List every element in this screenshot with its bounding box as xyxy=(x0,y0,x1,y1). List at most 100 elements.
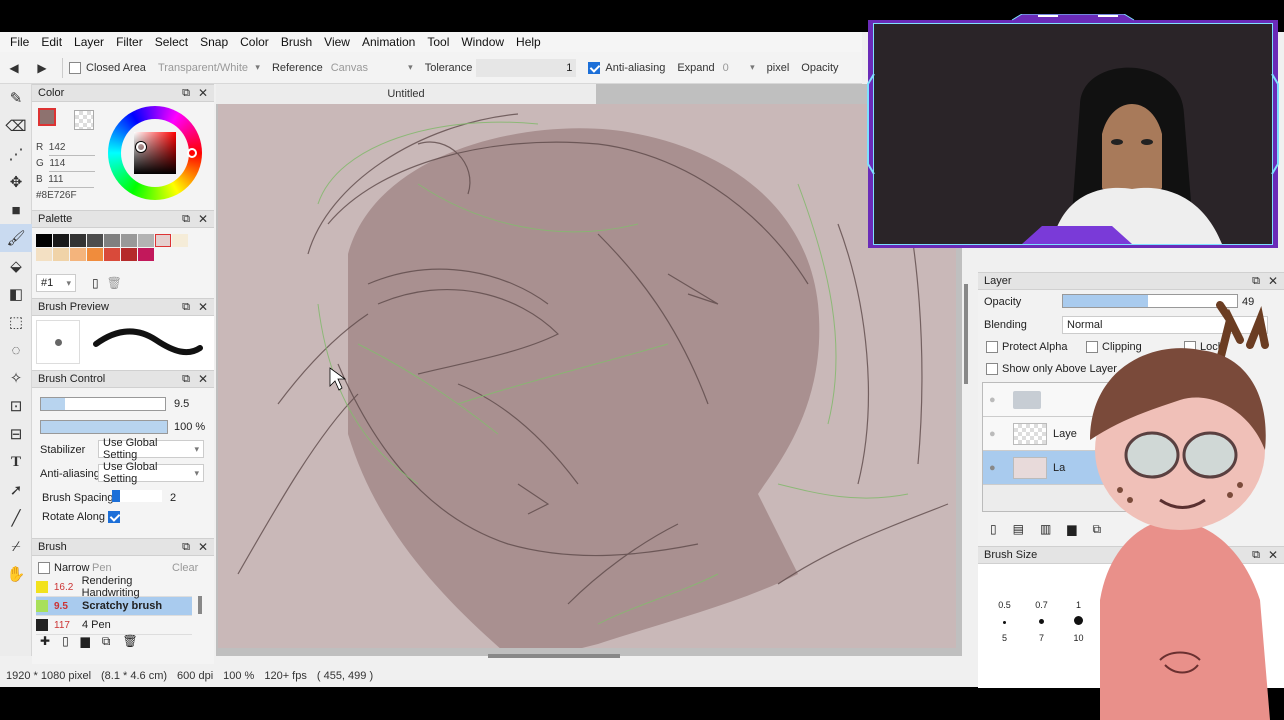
divide-tool-icon[interactable]: ╱ xyxy=(0,504,32,532)
gradient-tool-icon[interactable]: ◧ xyxy=(0,280,32,308)
rotate-along-checkbox[interactable] xyxy=(108,511,120,523)
new-palette-icon[interactable]: ▯ xyxy=(92,276,99,290)
magic-wand-icon[interactable]: ✧ xyxy=(0,364,32,392)
palette-swatch[interactable] xyxy=(155,234,171,247)
r-value[interactable]: 142 xyxy=(48,140,95,156)
menu-window[interactable]: Window xyxy=(455,35,510,49)
reference-select[interactable]: Canvas xyxy=(327,59,417,77)
g-value[interactable]: 114 xyxy=(49,156,96,172)
delete-brush-icon[interactable]: 🗑 xyxy=(122,634,137,649)
closed-area-checkbox[interactable] xyxy=(69,61,81,74)
shape-tool-icon[interactable]: ■ xyxy=(0,196,32,224)
close-icon[interactable]: ✕ xyxy=(198,86,208,100)
blur-tool-icon[interactable]: ⋰ xyxy=(0,140,32,168)
new-vector-layer-icon[interactable]: ▤ xyxy=(1013,522,1024,537)
palette-swatch[interactable] xyxy=(87,234,103,247)
narrow-checkbox[interactable] xyxy=(38,562,50,574)
close-icon[interactable]: ✕ xyxy=(198,540,208,554)
show-only-above-checkbox[interactable] xyxy=(986,363,998,375)
undock-icon[interactable]: ⧉ xyxy=(182,213,190,226)
folder-icon[interactable]: ▆ xyxy=(81,634,90,649)
drawing-canvas[interactable] xyxy=(218,104,956,648)
canvas-horizontal-scrollbar[interactable] xyxy=(488,654,620,658)
palette-swatch[interactable] xyxy=(36,234,52,247)
brush-size-slider[interactable] xyxy=(40,397,166,411)
close-icon[interactable]: ✕ xyxy=(198,372,208,386)
brush-size-label[interactable]: 0.5 xyxy=(986,600,1023,610)
palette-swatch[interactable] xyxy=(36,248,52,261)
palette-swatch[interactable] xyxy=(138,234,154,247)
color-wheel[interactable] xyxy=(108,106,202,200)
eye-icon[interactable]: ● xyxy=(989,428,996,440)
brush-size-dot[interactable] xyxy=(986,616,1023,627)
tolerance-slider[interactable]: 1 xyxy=(476,58,577,77)
stabilizer-select[interactable]: Use Global Setting xyxy=(98,437,204,461)
menu-tool[interactable]: Tool xyxy=(421,35,455,49)
menu-file[interactable]: File xyxy=(4,35,35,49)
undock-icon[interactable]: ⧉ xyxy=(182,87,190,100)
menu-animation[interactable]: Animation xyxy=(356,35,421,49)
next-icon[interactable]: ▶ xyxy=(28,61,56,75)
palette-swatch[interactable] xyxy=(172,234,188,247)
hand-tool-icon[interactable]: ✋ xyxy=(0,560,32,588)
bucket-tool-icon[interactable]: ⬙ xyxy=(0,252,32,280)
closed-area-select[interactable]: Transparent/White xyxy=(154,59,264,77)
brush-filter-input[interactable]: Pen xyxy=(92,562,112,574)
menu-view[interactable]: View xyxy=(318,35,356,49)
text-tool-icon[interactable]: T xyxy=(0,448,32,476)
brush-size-dot[interactable] xyxy=(1023,616,1060,627)
menu-help[interactable]: Help xyxy=(510,35,547,49)
move-tool-icon[interactable]: ✥ xyxy=(0,168,32,196)
menu-select[interactable]: Select xyxy=(149,35,194,49)
close-icon[interactable]: ✕ xyxy=(198,212,208,226)
brush-opacity-value[interactable]: 100 % xyxy=(174,421,205,433)
brush-list-item[interactable]: 9.5 Scratchy brush xyxy=(36,597,192,616)
menu-filter[interactable]: Filter xyxy=(110,35,149,49)
undock-icon[interactable]: ⧉ xyxy=(182,373,190,386)
palette-swatch[interactable] xyxy=(70,234,86,247)
brush-size-label[interactable]: 5 xyxy=(986,633,1023,643)
menu-snap[interactable]: Snap xyxy=(194,35,234,49)
pen-tool-icon[interactable]: ✎ xyxy=(0,84,32,112)
menu-brush[interactable]: Brush xyxy=(275,35,318,49)
close-icon[interactable]: ✕ xyxy=(1268,274,1278,288)
select-rect-icon[interactable]: ⬚ xyxy=(0,308,32,336)
saturation-square[interactable] xyxy=(134,132,176,174)
menu-layer[interactable]: Layer xyxy=(68,35,110,49)
brush-opacity-slider[interactable] xyxy=(40,420,168,434)
delete-palette-icon[interactable]: 🗑 xyxy=(107,276,122,290)
palette-swatch[interactable] xyxy=(138,248,154,261)
operation-tool-icon[interactable]: ➚ xyxy=(0,476,32,504)
palette-swatch[interactable] xyxy=(104,248,120,261)
copy-brush-icon[interactable]: ⧉ xyxy=(102,634,111,649)
palette-swatch[interactable] xyxy=(121,248,137,261)
prev-icon[interactable]: ◀ xyxy=(0,61,28,75)
palette-swatch[interactable] xyxy=(104,234,120,247)
brush-size-label[interactable]: 0.7 xyxy=(1023,600,1060,610)
palette-swatch[interactable] xyxy=(87,248,103,261)
eyedropper-icon[interactable]: ⌿ xyxy=(0,532,32,560)
palette-swatch[interactable] xyxy=(121,234,137,247)
brush-size-label[interactable]: 7 xyxy=(1023,633,1060,643)
transparent-swatch[interactable] xyxy=(74,110,94,130)
expand-select[interactable]: 0 xyxy=(719,59,759,77)
brush-spacing-slider[interactable] xyxy=(112,490,162,502)
add-brush-icon[interactable]: ✚ xyxy=(40,634,50,649)
antialiasing-checkbox[interactable] xyxy=(588,61,601,74)
new-brush-icon[interactable]: ▯ xyxy=(62,634,69,649)
select-pen-icon[interactable]: ⊡ xyxy=(0,392,32,420)
menu-edit[interactable]: Edit xyxy=(35,35,68,49)
canvas-vertical-scrollbar[interactable] xyxy=(964,284,968,384)
new-layer-icon[interactable]: ▯ xyxy=(990,522,997,537)
canvas-tab[interactable]: Untitled xyxy=(216,84,596,104)
menu-color[interactable]: Color xyxy=(234,35,275,49)
lasso-tool-icon[interactable]: ◌ xyxy=(0,336,32,364)
brush-size-value[interactable]: 9.5 xyxy=(174,398,189,410)
b-value[interactable]: 111 xyxy=(48,172,95,188)
eraser-tool-icon[interactable]: ⌫ xyxy=(0,112,32,140)
palette-swatch[interactable] xyxy=(70,248,86,261)
eye-icon[interactable]: ● xyxy=(989,394,996,406)
undock-icon[interactable]: ⧉ xyxy=(182,301,190,314)
brush-spacing-value[interactable]: 2 xyxy=(170,492,176,504)
clear-button[interactable]: Clear xyxy=(172,562,198,574)
